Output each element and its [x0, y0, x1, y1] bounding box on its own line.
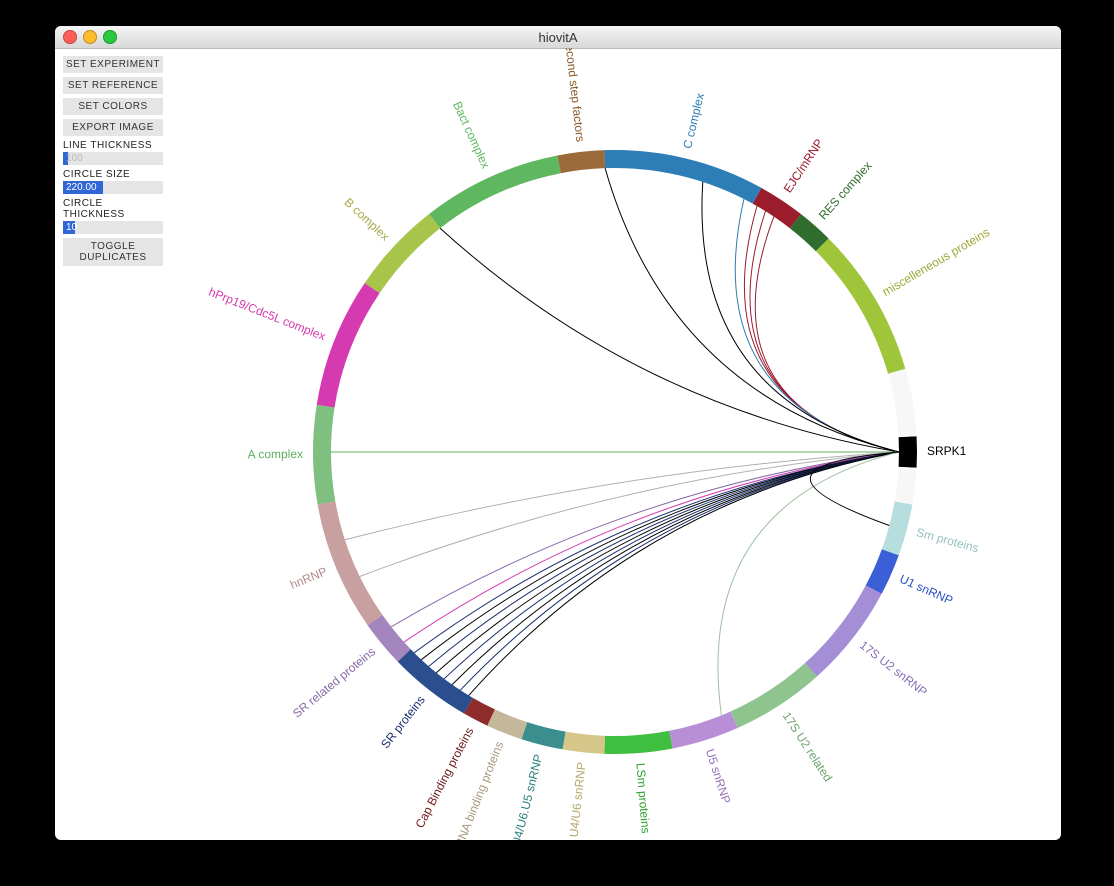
segment-label: SR proteins: [378, 693, 428, 751]
app-window: hiovitA SET EXPERIMENT SET REFERENCE SET…: [55, 26, 1061, 840]
ring-segment[interactable]: [888, 369, 917, 437]
chord-diagram: SRPK1 miscelleneous proteinsRES complexEJ…: [55, 48, 1061, 840]
ring-segment[interactable]: [563, 732, 606, 754]
segment-label: 17S U2 snRNP: [857, 638, 930, 699]
ring-segment[interactable]: [866, 549, 899, 594]
minimize-icon[interactable]: [83, 30, 97, 44]
ring-segment[interactable]: [882, 501, 913, 555]
segment-label: LSm proteins: [633, 762, 653, 834]
segment-label: miscelleneous proteins: [880, 225, 992, 299]
ring-segment[interactable]: [895, 467, 917, 505]
ring-segment[interactable]: [522, 722, 566, 749]
ring-segment[interactable]: [429, 156, 561, 229]
segment-label: hPrp19/Cdc5L complex: [207, 285, 328, 344]
segment-label: RES complex: [816, 159, 875, 223]
ring-segment[interactable]: [731, 663, 818, 728]
segment-label: SRPK1: [927, 444, 967, 458]
titlebar[interactable]: hiovitA: [55, 26, 1061, 49]
segment-label: U5 snRNP: [703, 747, 733, 805]
chord: [429, 452, 899, 666]
segment-label: U4/U6 snRNP: [567, 761, 589, 837]
chord: [421, 452, 899, 660]
segment-label: hnRNP: [288, 564, 329, 592]
ring-segment[interactable]: [816, 238, 905, 373]
ring-segment[interactable]: [313, 405, 335, 505]
close-icon[interactable]: [63, 30, 77, 44]
ring-segment[interactable]: [317, 283, 380, 407]
window-title: hiovitA: [538, 30, 577, 45]
ring-segment[interactable]: [669, 711, 738, 748]
chord: [414, 452, 899, 653]
traffic-lights: [63, 30, 117, 44]
ring-segment[interactable]: [487, 709, 527, 739]
segment-label: A complex: [248, 447, 303, 461]
segment-label: U1 snRNP: [898, 572, 955, 608]
segment-label: EJC/mRNP: [781, 136, 827, 195]
chord: [605, 168, 899, 452]
segment-label: U4/U6.U5 snRNP: [509, 753, 545, 840]
ring-segment[interactable]: [557, 150, 605, 173]
segment-label: Sm proteins: [915, 525, 980, 555]
segment-label: B complex: [342, 195, 393, 243]
chord: [810, 452, 899, 526]
ring-segment[interactable]: [805, 585, 882, 676]
ring-segment[interactable]: [604, 731, 672, 754]
ring-segment[interactable]: [604, 150, 761, 204]
segment-label: SR related proteins: [290, 644, 378, 720]
ring-segment[interactable]: [753, 188, 801, 228]
ring-segment[interactable]: [318, 501, 383, 625]
segment-label: 17S U2 related: [780, 709, 835, 784]
zoom-icon[interactable]: [103, 30, 117, 44]
ring-segment[interactable]: [899, 436, 917, 468]
segment-label: Second step factors: [562, 48, 588, 143]
segment-label: Bact complex: [450, 99, 493, 170]
segment-label: C complex: [680, 92, 707, 150]
